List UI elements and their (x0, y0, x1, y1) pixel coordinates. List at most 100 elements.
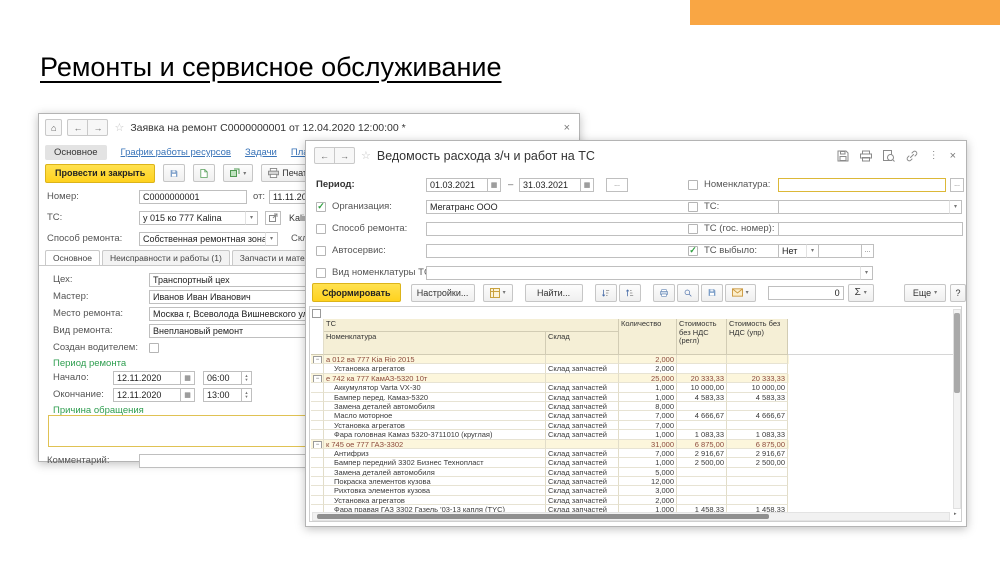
nomenclature-kind-dropdown-icon[interactable]: ▾ (860, 266, 873, 280)
nomenclature-kind-field[interactable] (426, 266, 862, 280)
find-button[interactable]: Найти... (525, 284, 583, 302)
home-icon[interactable]: ⌂ (45, 119, 62, 136)
expand-groups-button[interactable] (619, 284, 641, 302)
collapse-group-icon[interactable]: − (313, 356, 322, 364)
close-icon[interactable]: × (950, 150, 956, 162)
create-based-on-button[interactable]: ▾ (223, 164, 253, 182)
calendar-icon[interactable]: ▦ (180, 371, 195, 385)
collapse-group-icon[interactable]: − (313, 375, 322, 383)
start-date-field[interactable]: 12.11.2020 (113, 371, 181, 385)
table-row[interactable]: Рихтовка элементов кузоваСклад запчастей… (311, 486, 789, 495)
period-from-field[interactable]: 01.03.2021 (426, 178, 488, 192)
repair-method-dropdown-icon[interactable]: ▾ (265, 232, 278, 246)
qty-header-cell[interactable]: Количество (619, 319, 677, 355)
repair-method-field[interactable]: Собственная ремонтная зона (139, 232, 267, 246)
calendar-icon[interactable]: ▦ (180, 388, 195, 402)
print-button[interactable] (653, 284, 675, 302)
table-group-row[interactable]: −а 012 ва 777 Kia Rio 20152,000 (311, 355, 789, 364)
back-icon[interactable]: ← (314, 147, 335, 164)
autoservice-ellipsis-button[interactable]: ... (861, 244, 874, 258)
save-button[interactable] (163, 164, 185, 182)
more-menu-icon[interactable]: ⋮ (929, 150, 939, 161)
calendar-icon[interactable]: ▦ (487, 178, 501, 192)
save-icon[interactable] (837, 150, 849, 162)
save-result-button[interactable] (701, 284, 723, 302)
print-preview-icon[interactable] (883, 150, 895, 162)
vehicle-plate-field[interactable] (778, 222, 963, 236)
period-to-field[interactable]: 31.03.2021 (519, 178, 581, 192)
sub-tab-1[interactable]: Основное (45, 250, 100, 266)
vehicle-dropdown-icon[interactable]: ▾ (245, 211, 258, 225)
get-link-icon[interactable] (906, 150, 918, 162)
post-and-close-button[interactable]: Провести и закрыть (45, 164, 155, 183)
vehicle-dropdown-icon[interactable]: ▾ (949, 200, 962, 214)
table-row[interactable]: Установка агрегатовСклад запчастей2,000 (311, 496, 789, 505)
vehicle-retired-field[interactable]: Нет (778, 244, 808, 258)
favorite-star-icon[interactable]: ☆ (114, 121, 124, 134)
period-variant-button[interactable]: ... (606, 178, 628, 192)
repair-method-checkbox[interactable] (316, 224, 326, 234)
back-icon[interactable]: ← (67, 119, 88, 136)
end-time-field[interactable]: 13:00 (203, 388, 243, 402)
cost-upr-header-cell[interactable]: Стоимость без НДС (упр) (727, 319, 788, 355)
number-field[interactable]: C0000000001 (139, 190, 247, 204)
vehicle-field[interactable] (778, 200, 951, 214)
printer-icon[interactable] (860, 150, 872, 162)
close-icon[interactable]: × (555, 122, 579, 134)
open-link-icon[interactable] (265, 211, 281, 225)
table-row[interactable]: Установка агрегатовСклад запчастей2,000 (311, 364, 789, 373)
horizontal-scrollbar-thumb[interactable] (317, 514, 769, 519)
table-group-row[interactable]: −е 742 ка 777 КамАЗ-5320 10т25,00020 333… (311, 374, 789, 383)
tc-header-cell[interactable]: ТС (324, 319, 619, 332)
scroll-right-icon[interactable]: ▸ (954, 511, 957, 517)
autosum-button[interactable]: Σ ▾ (848, 284, 874, 302)
vertical-scrollbar[interactable] (953, 309, 961, 509)
nomenclature-kind-checkbox[interactable] (316, 268, 326, 278)
end-date-field[interactable]: 12.11.2020 (113, 388, 181, 402)
vehicle-retired-dropdown-icon[interactable]: ▾ (806, 244, 819, 258)
table-row[interactable]: Замена деталей автомобиляСклад запчастей… (311, 468, 789, 477)
forward-icon[interactable]: → (87, 119, 108, 136)
created-by-driver-checkbox[interactable] (149, 343, 159, 353)
nomenclature-field[interactable] (778, 178, 946, 192)
vertical-scrollbar-thumb[interactable] (954, 313, 960, 393)
more-button[interactable]: Еще ▾ (904, 284, 946, 302)
vehicle-retired-checkbox[interactable]: ✓ (688, 246, 698, 256)
favorite-star-icon[interactable]: ☆ (361, 149, 371, 162)
nav-tab-3[interactable]: Задачи (245, 147, 277, 158)
table-row[interactable]: Покраска элементов кузоваСклад запчастей… (311, 477, 789, 486)
table-row[interactable]: Аккумулятор Varta VX-30Склад запчастей1,… (311, 383, 789, 392)
collapse-group-icon[interactable]: − (313, 441, 322, 449)
forward-icon[interactable]: → (334, 147, 355, 164)
organization-checkbox[interactable]: ✓ (316, 202, 326, 212)
new-document-button[interactable] (193, 164, 215, 182)
warehouse-header-cell[interactable]: Склад (546, 332, 619, 355)
time-spinner[interactable]: ▲▼ (241, 371, 252, 385)
table-row[interactable]: Установка агрегатовСклад запчастей7,000 (311, 421, 789, 430)
calendar-icon[interactable]: ▦ (580, 178, 594, 192)
report-variants-button[interactable]: ▾ (483, 284, 513, 302)
cost-regl-header-cell[interactable]: Стоимость без НДС (регл) (677, 319, 727, 355)
send-email-button[interactable]: ▾ (725, 284, 756, 302)
nomenclature-ellipsis-button[interactable]: ... (950, 178, 964, 192)
vehicle-checkbox[interactable] (688, 202, 698, 212)
sub-tab-2[interactable]: Неисправности и работы (1) (102, 250, 230, 266)
vehicle-field[interactable]: у 015 ко 777 Kalina (139, 211, 247, 225)
time-spinner[interactable]: ▲▼ (241, 388, 252, 402)
help-button[interactable]: ? (950, 284, 966, 302)
table-row[interactable]: Бампер передний 3302 Бизнес ТехнопластСк… (311, 458, 789, 467)
collapse-groups-button[interactable] (595, 284, 617, 302)
table-row[interactable]: АнтифризСклад запчастей7,0002 916,672 91… (311, 449, 789, 458)
settings-button[interactable]: Настройки... (411, 284, 475, 302)
nav-tab-1[interactable]: Основное (45, 145, 107, 160)
grid-expand-all-icon[interactable] (312, 309, 321, 318)
generate-button[interactable]: Сформировать (312, 283, 401, 302)
start-time-field[interactable]: 06:00 (203, 371, 243, 385)
table-row[interactable]: Замена деталей автомобиляСклад запчастей… (311, 402, 789, 411)
horizontal-scrollbar[interactable] (312, 512, 950, 521)
table-row[interactable]: Масло моторноеСклад запчастей7,0004 666,… (311, 411, 789, 420)
table-group-row[interactable]: −к 745 ое 777 ГАЗ-330231,0006 875,006 87… (311, 440, 789, 449)
counter-field[interactable]: 0 (768, 286, 844, 300)
nav-tab-2[interactable]: График работы ресурсов (121, 147, 231, 158)
nomenclature-header-cell[interactable]: Номенклатура (324, 332, 546, 355)
